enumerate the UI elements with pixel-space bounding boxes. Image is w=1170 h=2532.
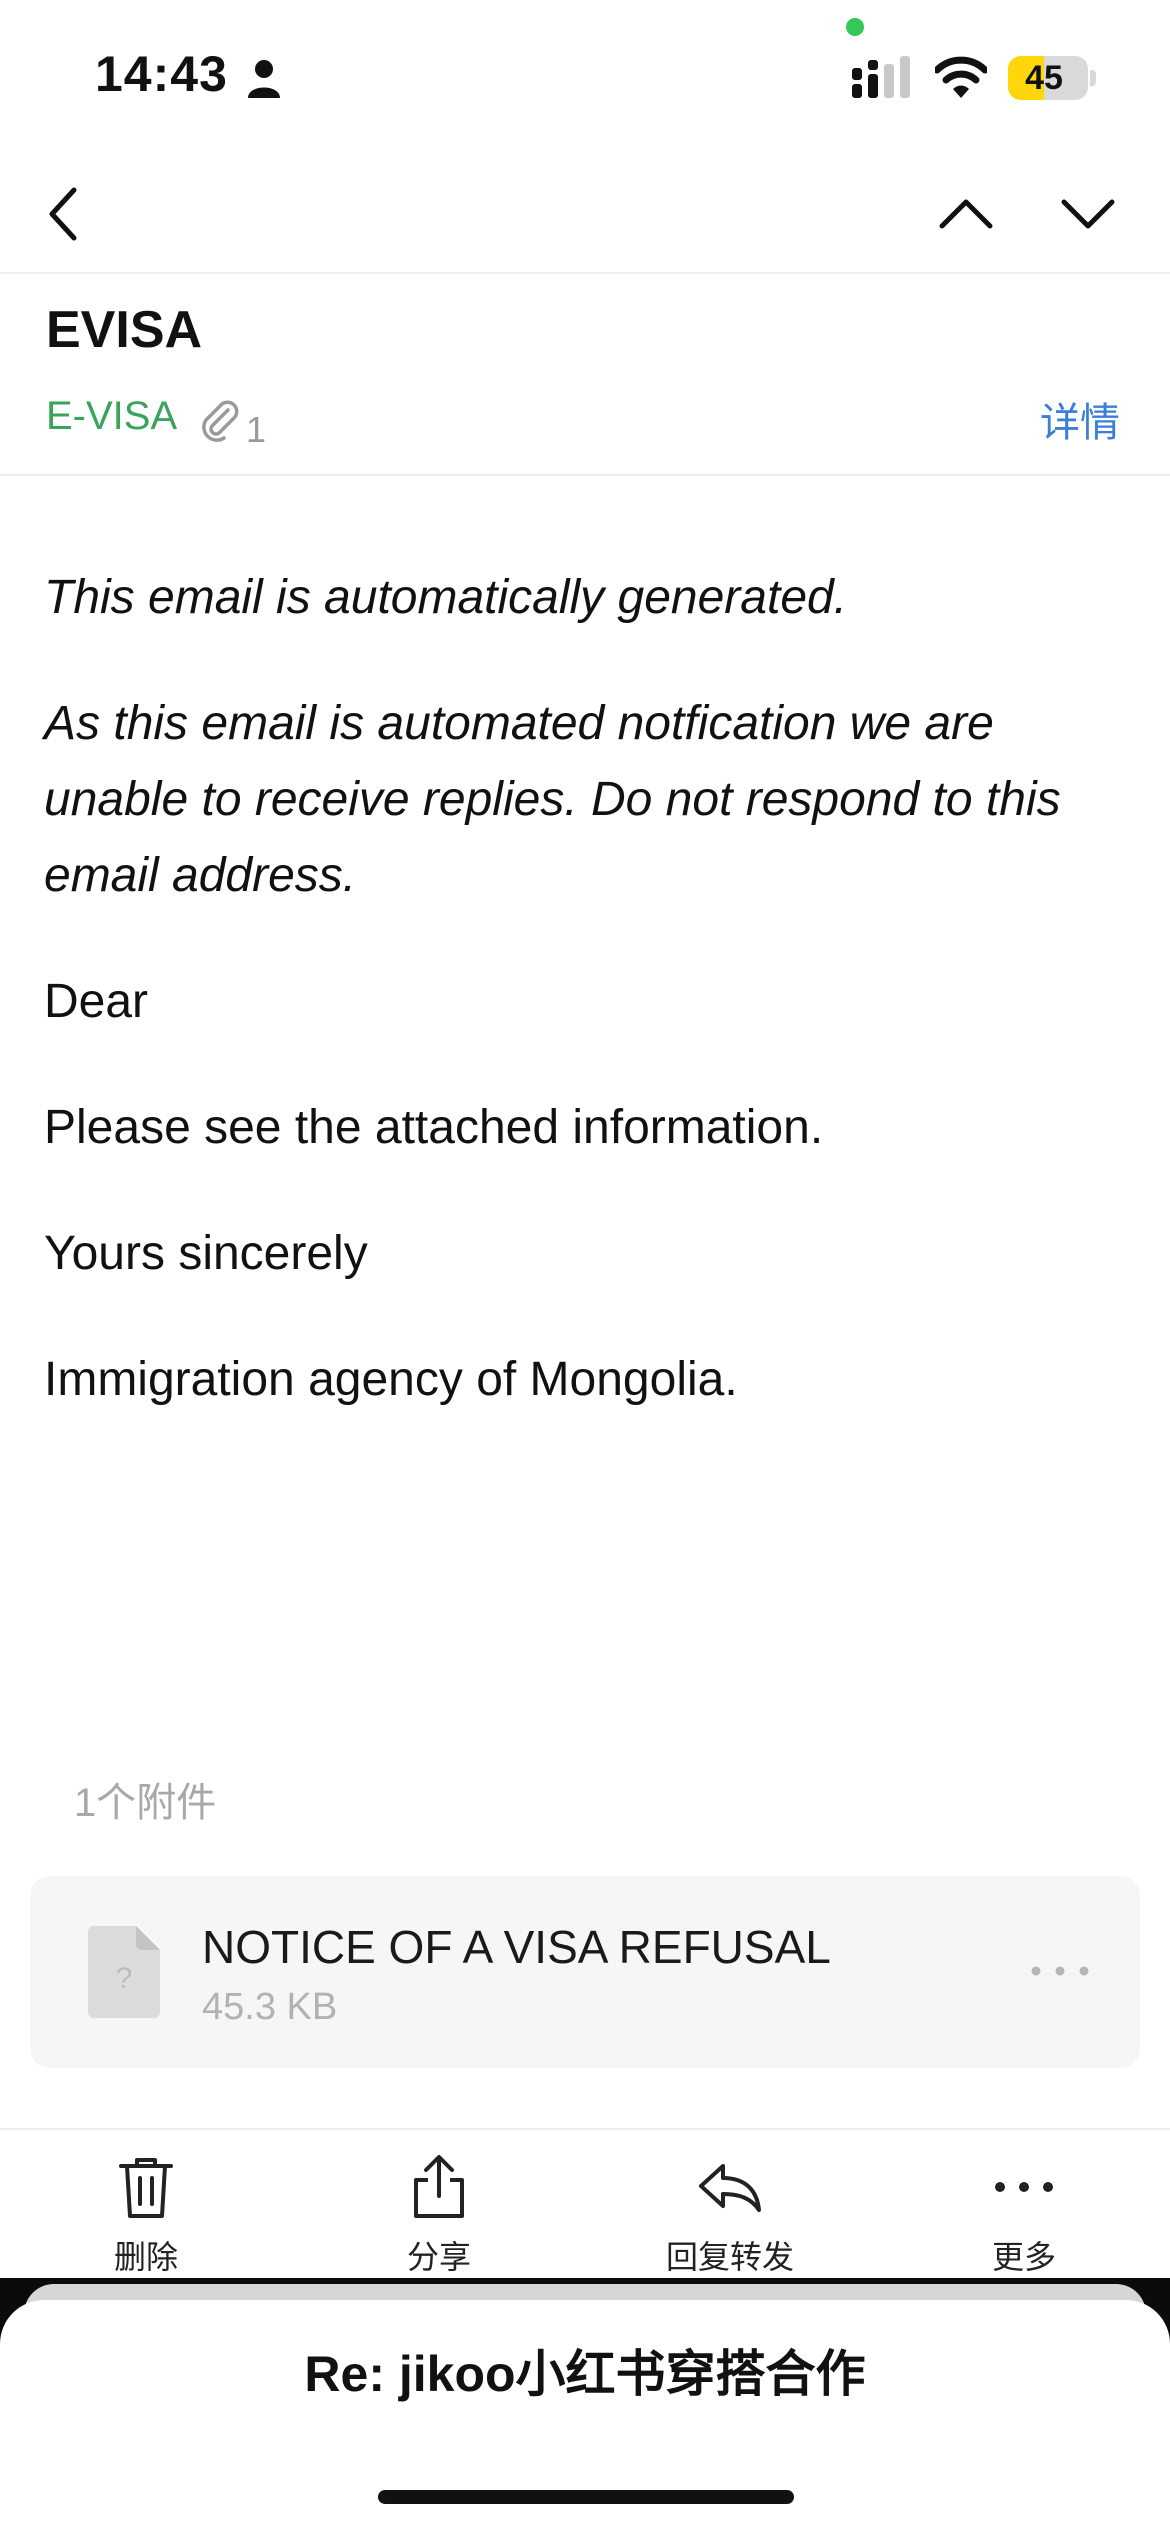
attachment-more-button[interactable] [1030, 1946, 1090, 1996]
nav-bar [0, 150, 1170, 274]
mail-header: EVISA E-VISA 1 详情 [0, 276, 1170, 476]
delete-button[interactable]: 删除 [36, 2130, 256, 2282]
home-indicator[interactable] [378, 2490, 794, 2504]
status-time: 14:43 [95, 46, 228, 102]
chevron-down-icon [1061, 199, 1115, 229]
battery-icon: 45 [1008, 56, 1088, 100]
wifi-icon [935, 56, 987, 98]
attachment-card[interactable]: ? NOTICE OF A VISA REFUSAL 45.3 KB [30, 1876, 1140, 2068]
draft-title: Re: jikoo小红书穿搭合作 [304, 2346, 866, 2402]
share-icon [414, 2155, 464, 2218]
back-button[interactable] [24, 174, 104, 254]
attachment-name: NOTICE OF A VISA REFUSAL [202, 1921, 831, 1973]
attachment-count: 1 [246, 409, 267, 450]
more-button[interactable]: 更多 [914, 2130, 1134, 2282]
chevron-left-icon [49, 187, 77, 241]
battery-cap [1090, 70, 1096, 86]
next-email-button[interactable] [1048, 174, 1128, 254]
paperclip-icon [202, 400, 239, 442]
sender-name[interactable]: E-VISA [46, 394, 177, 439]
privacy-indicator-dot [846, 18, 864, 36]
email-subject: EVISA [46, 301, 203, 359]
battery-level: 45 [1025, 59, 1063, 97]
body-paragraph: As this email is automated notfication w… [44, 697, 1061, 902]
previous-email-button[interactable] [926, 174, 1006, 254]
bottom-toolbar: 删除 分享 回复转发 更多 [0, 2128, 1170, 2280]
body-paragraph: Dear [44, 975, 149, 1028]
delete-label: 删除 [113, 2239, 178, 2275]
body-paragraph: Please see the attached information. [44, 1101, 824, 1154]
email-body: This email is automatically generated. A… [44, 560, 1134, 1468]
more-label: 更多 [991, 2239, 1056, 2275]
svg-text:?: ? [116, 1962, 133, 1995]
attachment-size: 45.3 KB [202, 1986, 338, 2028]
more-dots-icon [995, 2182, 1053, 2192]
share-button[interactable]: 分享 [329, 2130, 549, 2282]
more-dots-icon [1031, 1966, 1089, 1976]
body-paragraph: Yours sincerely [44, 1227, 368, 1280]
attachment-indicator[interactable]: 1 [198, 398, 266, 450]
chevron-up-icon [939, 199, 993, 229]
status-bar: 14:43 45 [0, 0, 1170, 150]
reply-icon [699, 2164, 761, 2212]
signal-icon [852, 56, 910, 98]
trash-icon [119, 2158, 173, 2218]
reply-forward-label: 回复转发 [665, 2239, 794, 2275]
details-link[interactable]: 详情 [1040, 390, 1120, 448]
body-paragraph: Immigration agency of Mongolia. [44, 1353, 738, 1406]
reply-forward-button[interactable]: 回复转发 [620, 2130, 840, 2282]
body-paragraph: This email is automatically generated. [44, 571, 848, 624]
attachments-heading: 1个附件 [74, 1781, 217, 1825]
unknown-file-icon: ? [88, 1926, 160, 2018]
person-icon [248, 60, 280, 98]
share-label: 分享 [406, 2239, 471, 2275]
